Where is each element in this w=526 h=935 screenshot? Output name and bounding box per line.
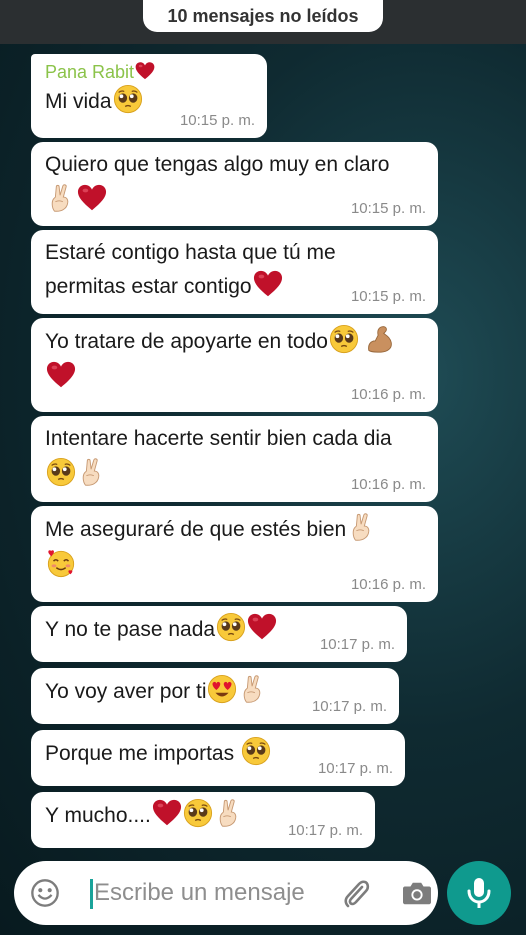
message-bubble[interactable]: Me aseguraré de que estés bien 10:16 p. … xyxy=(31,506,438,602)
unread-banner: 10 mensajes no leídos xyxy=(143,0,383,32)
message-time: 10:17 p. m. xyxy=(317,760,393,777)
pleading-face-icon xyxy=(183,798,213,828)
pleading-face-icon xyxy=(46,457,76,487)
heart-icon xyxy=(152,798,182,828)
message-time: 10:15 p. m. xyxy=(179,112,255,129)
mic-button[interactable] xyxy=(447,861,511,925)
message-bubble[interactable]: Yo voy aver por ti 10:17 p. m. xyxy=(31,668,399,724)
crossed-fingers-icon xyxy=(214,798,244,828)
message-bubble[interactable]: Pana Rabit Mi vida 10:15 p. m. xyxy=(31,54,267,138)
emoji-icon[interactable] xyxy=(30,878,60,908)
heart-icon xyxy=(135,61,155,81)
message-time: 10:15 p. m. xyxy=(350,200,426,217)
text-cursor xyxy=(90,879,93,909)
message-time: 10:17 p. m. xyxy=(311,698,387,715)
message-bubble[interactable]: Intentare hacerte sentir bien cada dia 1… xyxy=(31,416,438,502)
message-bubble[interactable]: Estaré contigo hasta que tú me permitas … xyxy=(31,230,438,314)
message-bubble[interactable]: Y no te pase nada 10:17 p. m. xyxy=(31,606,407,662)
smiling-face-with-hearts-icon xyxy=(46,548,76,578)
pleading-face-icon xyxy=(329,324,359,354)
message-text: Me aseguraré de que estés bien xyxy=(45,512,424,546)
pleading-face-icon xyxy=(241,736,271,766)
message-text: Quiero que tengas algo muy en claro xyxy=(45,153,390,176)
message-text: Estaré contigo hasta que tú me xyxy=(45,241,336,264)
message-time: 10:16 p. m. xyxy=(350,476,426,493)
message-time: 10:16 p. m. xyxy=(350,576,426,593)
message-text: Yo tratare de apoyarte en todo xyxy=(45,324,424,358)
message-time: 10:15 p. m. xyxy=(350,288,426,305)
camera-icon[interactable] xyxy=(402,879,432,907)
top-bar: 10 mensajes no leídos xyxy=(0,0,526,44)
paperclip-icon[interactable] xyxy=(340,878,372,910)
message-bubble[interactable]: Y mucho.... 10:17 p. m. xyxy=(31,792,375,848)
heart-icon xyxy=(77,183,107,213)
flexed-biceps-icon xyxy=(365,324,395,354)
crossed-fingers-icon xyxy=(347,512,377,542)
message-bubble[interactable]: Porque me importas 10:17 p. m. xyxy=(31,730,405,786)
message-input[interactable] xyxy=(94,873,314,913)
crossed-fingers-icon xyxy=(77,457,107,487)
message-bubble[interactable]: Yo tratare de apoyarte en todo 10:16 p. … xyxy=(31,318,438,412)
heart-eyes-icon xyxy=(207,674,237,704)
heart-icon xyxy=(247,612,277,642)
message-bubble[interactable]: Quiero que tengas algo muy en claro 10:1… xyxy=(31,142,438,226)
message-time: 10:16 p. m. xyxy=(350,386,426,403)
message-text: Intentare hacerte sentir bien cada dia xyxy=(45,427,392,450)
heart-icon xyxy=(253,269,283,299)
message-time: 10:17 p. m. xyxy=(287,822,363,839)
microphone-icon xyxy=(467,878,491,908)
crossed-fingers-icon xyxy=(46,183,76,213)
pleading-face-icon xyxy=(216,612,246,642)
crossed-fingers-icon xyxy=(238,674,268,704)
message-composer xyxy=(14,861,438,925)
message-time: 10:17 p. m. xyxy=(319,636,395,653)
sender-name: Pana Rabit xyxy=(45,60,253,84)
pleading-face-icon xyxy=(113,84,143,114)
heart-icon xyxy=(46,360,76,390)
